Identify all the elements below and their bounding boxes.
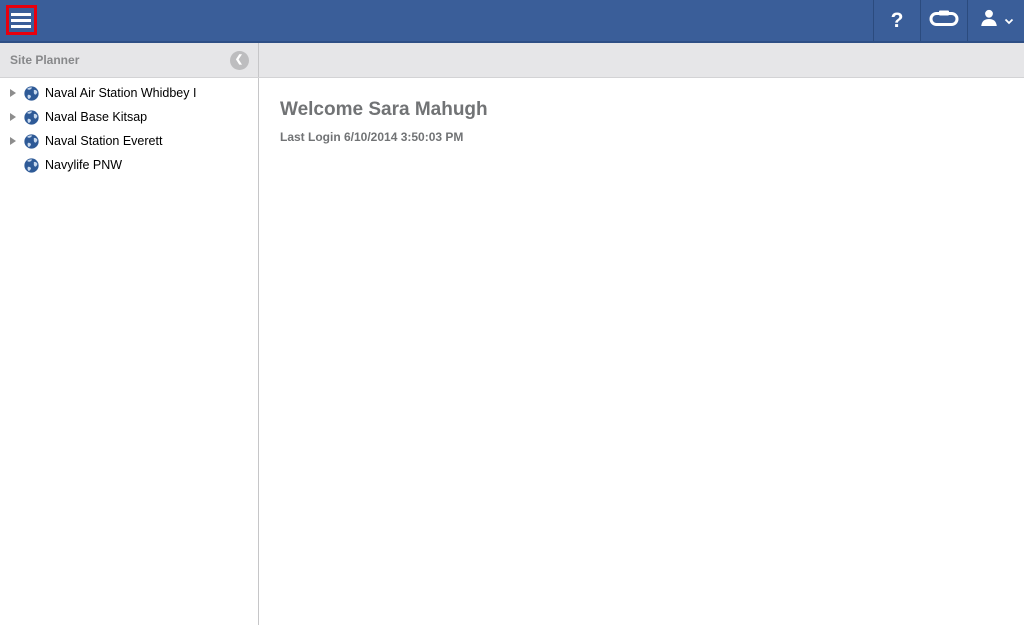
site-tree-panel: Naval Air Station Whidbey I Naval Base K… xyxy=(0,78,259,625)
content-area: Naval Air Station Whidbey I Naval Base K… xyxy=(0,78,1024,625)
tree-item-label: Navylife PNW xyxy=(45,158,122,172)
globe-icon xyxy=(24,109,40,125)
tree-item[interactable]: Naval Base Kitsap xyxy=(0,105,258,129)
phone-handset-icon xyxy=(929,9,959,32)
sidebar-title: Site Planner xyxy=(10,53,79,67)
last-login-text: Last Login 6/10/2014 3:50:03 PM xyxy=(280,130,1024,144)
sidebar-collapse-button[interactable]: ❮ xyxy=(230,51,249,70)
tree-item-label: Naval Base Kitsap xyxy=(45,110,147,124)
menu-button[interactable] xyxy=(0,0,48,41)
header-band: Site Planner ❮ xyxy=(0,43,1024,78)
tree-item[interactable]: Naval Air Station Whidbey I xyxy=(0,81,258,105)
globe-icon xyxy=(24,133,40,149)
expand-arrow-icon[interactable] xyxy=(8,113,24,121)
user-menu-button[interactable] xyxy=(967,0,1024,41)
hamburger-icon xyxy=(11,13,31,28)
tree-item-label: Naval Station Everett xyxy=(45,134,162,148)
content-header xyxy=(259,43,1024,77)
tree-item[interactable]: Naval Station Everett xyxy=(0,129,258,153)
topbar-actions: ? xyxy=(873,0,1024,41)
welcome-heading: Welcome Sara Mahugh xyxy=(280,99,1024,121)
app-window: ? xyxy=(0,0,1024,626)
chevron-down-icon xyxy=(1004,12,1014,30)
chevron-left-icon: ❮ xyxy=(235,55,243,65)
person-icon xyxy=(979,8,999,33)
help-button[interactable]: ? xyxy=(873,0,920,41)
tree-item-label: Naval Air Station Whidbey I xyxy=(45,86,196,100)
question-mark-icon: ? xyxy=(891,10,904,31)
globe-icon xyxy=(24,157,40,173)
main-content: Welcome Sara Mahugh Last Login 6/10/2014… xyxy=(259,78,1024,625)
top-navigation-bar: ? xyxy=(0,0,1024,43)
tree-item[interactable]: Navylife PNW xyxy=(0,153,258,177)
expand-arrow-icon[interactable] xyxy=(8,137,24,145)
phone-button[interactable] xyxy=(920,0,967,41)
globe-icon xyxy=(24,85,40,101)
expand-arrow-icon[interactable] xyxy=(8,89,24,97)
sidebar-header: Site Planner ❮ xyxy=(0,43,259,77)
